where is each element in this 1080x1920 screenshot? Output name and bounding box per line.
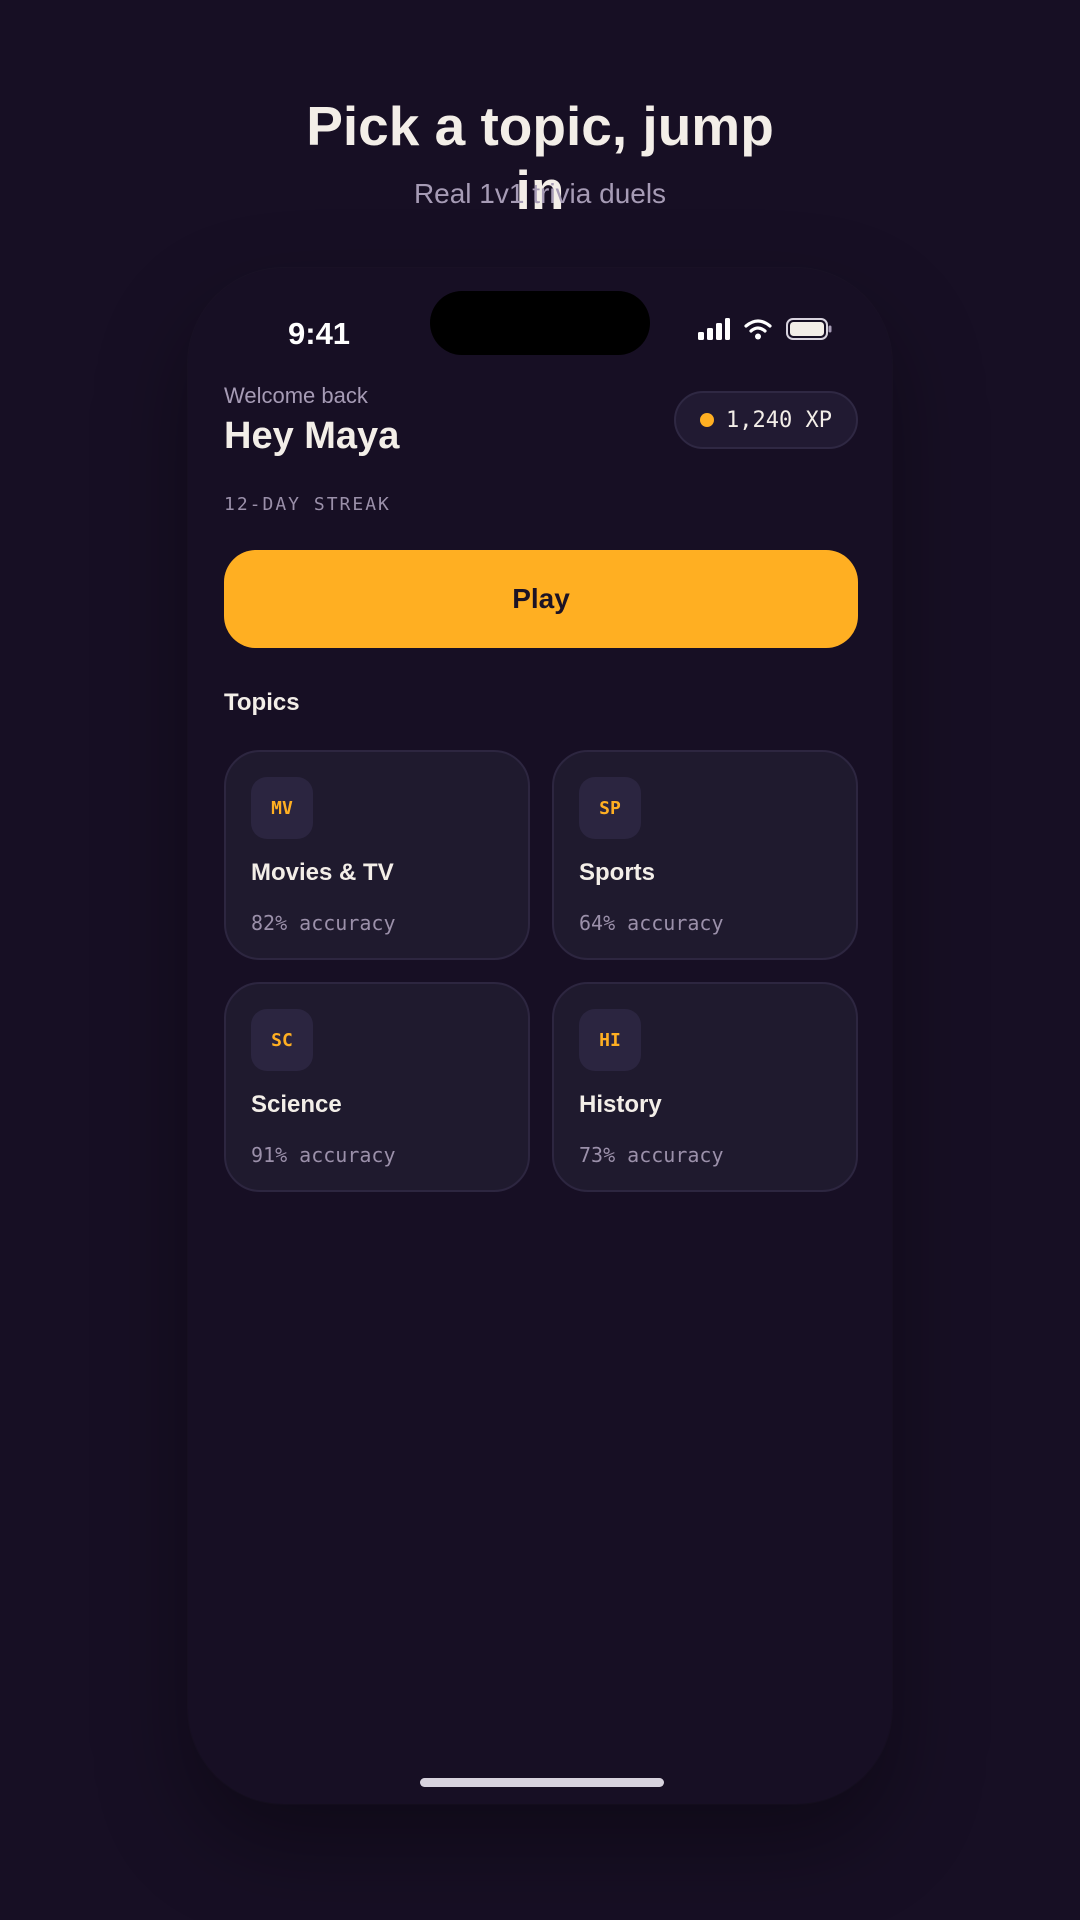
battery-icon <box>786 318 832 340</box>
topics-title: Topics <box>224 689 300 716</box>
coin-icon <box>700 413 715 427</box>
signal-icon <box>698 318 730 340</box>
topic-accuracy: 64% accuracy <box>579 911 724 935</box>
topic-card-science[interactable]: SC Science 91% accuracy <box>224 982 530 1192</box>
topic-card-history[interactable]: HI History 73% accuracy <box>552 982 858 1192</box>
streak-label: 12-DAY STREAK <box>224 494 391 515</box>
home-indicator[interactable] <box>420 1778 664 1787</box>
xp-chip[interactable]: 1,240 XP <box>674 391 858 449</box>
topic-accuracy: 82% accuracy <box>251 911 396 935</box>
topic-badge: SP <box>579 777 641 839</box>
user-greeting: Hey Maya <box>224 415 400 457</box>
play-button[interactable]: Play <box>224 550 858 648</box>
xp-label: 1,240 XP <box>726 407 832 433</box>
dynamic-island <box>430 291 650 355</box>
topic-name: Science <box>251 1091 342 1118</box>
topic-card-movies[interactable]: MV Movies & TV 82% accuracy <box>224 750 530 960</box>
topic-card-sports[interactable]: SP Sports 64% accuracy <box>552 750 858 960</box>
screen: Pick a topic, jump in Real 1v1 trivia du… <box>0 0 1080 1920</box>
welcome-label: Welcome back <box>224 383 368 408</box>
topic-badge: MV <box>251 777 313 839</box>
topic-name: Movies & TV <box>251 859 394 886</box>
topic-accuracy: 91% accuracy <box>251 1143 396 1167</box>
topic-name: Sports <box>579 859 656 886</box>
topic-accuracy: 73% accuracy <box>579 1143 724 1167</box>
topic-badge: HI <box>579 1009 641 1071</box>
topic-badge: SC <box>251 1009 313 1071</box>
hero-subtitle: Real 1v1 trivia duels <box>413 178 667 209</box>
topic-grid: MV Movies & TV 82% accuracy SP Sports 64… <box>224 750 858 1192</box>
status-time: 9:41 <box>288 316 351 351</box>
wifi-icon <box>744 319 772 340</box>
topic-name: History <box>579 1091 662 1118</box>
status-icons <box>698 318 832 340</box>
phone-frame: 9:41 Welcome back Hey Maya 1,240 XP 12-D… <box>188 268 892 1804</box>
